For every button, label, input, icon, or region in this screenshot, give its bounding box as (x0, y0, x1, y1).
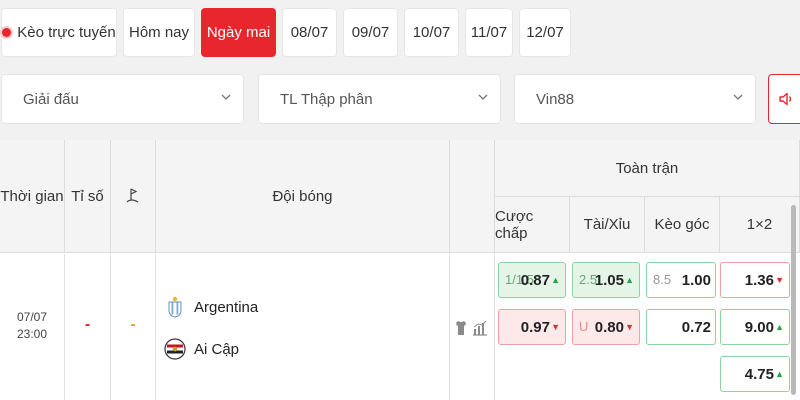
1x2-draw-price: 4.75 (744, 366, 774, 383)
chevron-down-icon (221, 94, 231, 100)
jersey-icon[interactable] (455, 320, 467, 336)
corner-line: 8.5 (653, 272, 672, 287)
tab-date-label: 08/07 (290, 24, 329, 41)
home-team-name: Argentina (194, 298, 259, 316)
header-over-under-label: Tài/Xỉu (583, 216, 631, 233)
corner-flag-icon (126, 188, 139, 203)
arrow-up-icon: ▲ (775, 322, 784, 332)
header-corner-odds-label: Kèo góc (654, 216, 710, 233)
match-date: 07/07 (16, 310, 48, 324)
header-corner-odds: Kèo góc (645, 197, 720, 253)
odds-format-value: TL Thập phân (280, 90, 373, 108)
over-price: 1.05 (594, 272, 624, 289)
column-divider (494, 254, 495, 400)
tab-date-label: 10/07 (412, 24, 451, 41)
1x2-away-price: 9.00 (744, 319, 774, 336)
header-score-label: Tỉ số (71, 187, 104, 205)
match-datetime: 07/07 23:00 (0, 309, 64, 343)
handicap-away-price: 0.97 (520, 319, 550, 336)
1x2-draw-odd[interactable]: 4.75 ▲ (720, 356, 790, 392)
header-score: Tỉ số (65, 140, 111, 253)
corner-over-price: 1.00 (681, 272, 711, 289)
league-select[interactable]: Giải đấu (1, 74, 244, 124)
chevron-down-icon (733, 94, 743, 100)
tab-live-label: Kèo trực tuyến (17, 24, 116, 41)
away-team-name: Ai Cập (194, 340, 240, 358)
tab-today[interactable]: Hôm nay (123, 8, 195, 57)
handicap-home-odd[interactable]: 1/1.5 0.87 ▲ (498, 262, 566, 298)
header-teams-label: Đội bóng (272, 187, 333, 205)
tab-today-label: Hôm nay (128, 24, 190, 41)
over-odd[interactable]: 2.5 1.05 ▲ (572, 262, 640, 298)
sound-toggle-button[interactable] (768, 74, 800, 124)
header-over-under: Tài/Xỉu (570, 197, 645, 253)
corner-over-odd[interactable]: 8.5 1.00 (646, 262, 716, 298)
tab-date-5[interactable]: 12/07 (519, 8, 571, 57)
header-full-match-label: Toàn trận (615, 159, 679, 177)
home-team[interactable]: Argentina (164, 296, 258, 318)
1x2-home-price: 1.36 (744, 272, 774, 289)
tab-date-3[interactable]: 10/07 (404, 8, 459, 57)
header-1x2-label: 1×2 (746, 216, 773, 233)
chevron-down-icon (478, 94, 488, 100)
arrow-down-icon: ▼ (775, 275, 784, 285)
bar-chart-icon[interactable] (472, 320, 488, 336)
header-corner (111, 140, 156, 253)
tab-date-1[interactable]: 08/07 (282, 8, 337, 57)
tab-date-4[interactable]: 11/07 (465, 8, 513, 57)
header-1x2: 1×2 (720, 197, 800, 253)
arrow-down-icon: ▼ (551, 322, 560, 332)
tab-date-label: 12/07 (526, 24, 564, 41)
1x2-home-odd[interactable]: 1.36 ▼ (720, 262, 790, 298)
tab-date-label: 11/07 (470, 24, 508, 41)
arrow-down-icon: ▼ (625, 322, 634, 332)
argentina-crest-icon (164, 296, 186, 318)
bookmaker-select[interactable]: Vin88 (514, 74, 756, 124)
egypt-crest-icon (164, 338, 186, 360)
column-divider (449, 254, 450, 400)
tab-live[interactable]: Kèo trực tuyến (1, 8, 117, 57)
handicap-home-price: 0.87 (520, 272, 550, 289)
header-full-match: Toàn trận (495, 140, 800, 197)
live-dot-icon (2, 28, 12, 37)
column-divider (155, 254, 156, 400)
header-time-label: Thời gian (0, 187, 64, 205)
header-handicap-label: Cược chấp (495, 207, 534, 242)
header-teams: Đội bóng (156, 140, 450, 253)
1x2-away-odd[interactable]: 9.00 ▲ (720, 309, 790, 345)
tab-tomorrow-label: Ngày mai (206, 24, 271, 41)
bookmaker-value: Vin88 (536, 90, 575, 108)
league-select-value: Giải đấu (23, 90, 79, 108)
match-time: 23:00 (16, 327, 48, 341)
arrow-up-icon: ▲ (775, 369, 784, 379)
header-handicap: Cược chấp (495, 197, 570, 253)
arrow-up-icon: ▲ (551, 275, 560, 285)
vertical-scrollbar[interactable] (791, 205, 796, 395)
away-team[interactable]: Ai Cập (164, 338, 239, 360)
match-score: - (84, 316, 91, 333)
tab-date-2[interactable]: 09/07 (343, 8, 398, 57)
tab-tomorrow[interactable]: Ngày mai (201, 8, 276, 57)
handicap-away-odd[interactable]: 0.97 ▼ (498, 309, 566, 345)
under-price: 0.80 (594, 319, 624, 336)
speaker-icon (779, 92, 792, 106)
under-label: U (579, 319, 589, 334)
header-blank (450, 140, 495, 253)
match-corner-score: - (130, 316, 136, 333)
header-time: Thời gian (0, 140, 65, 253)
corner-under-price: 0.72 (681, 319, 711, 336)
arrow-up-icon: ▲ (625, 275, 634, 285)
odds-format-select[interactable]: TL Thập phân (258, 74, 501, 124)
corner-under-odd[interactable]: 0.72 (646, 309, 716, 345)
under-odd[interactable]: U 0.80 ▼ (572, 309, 640, 345)
tab-date-label: 09/07 (351, 24, 390, 41)
